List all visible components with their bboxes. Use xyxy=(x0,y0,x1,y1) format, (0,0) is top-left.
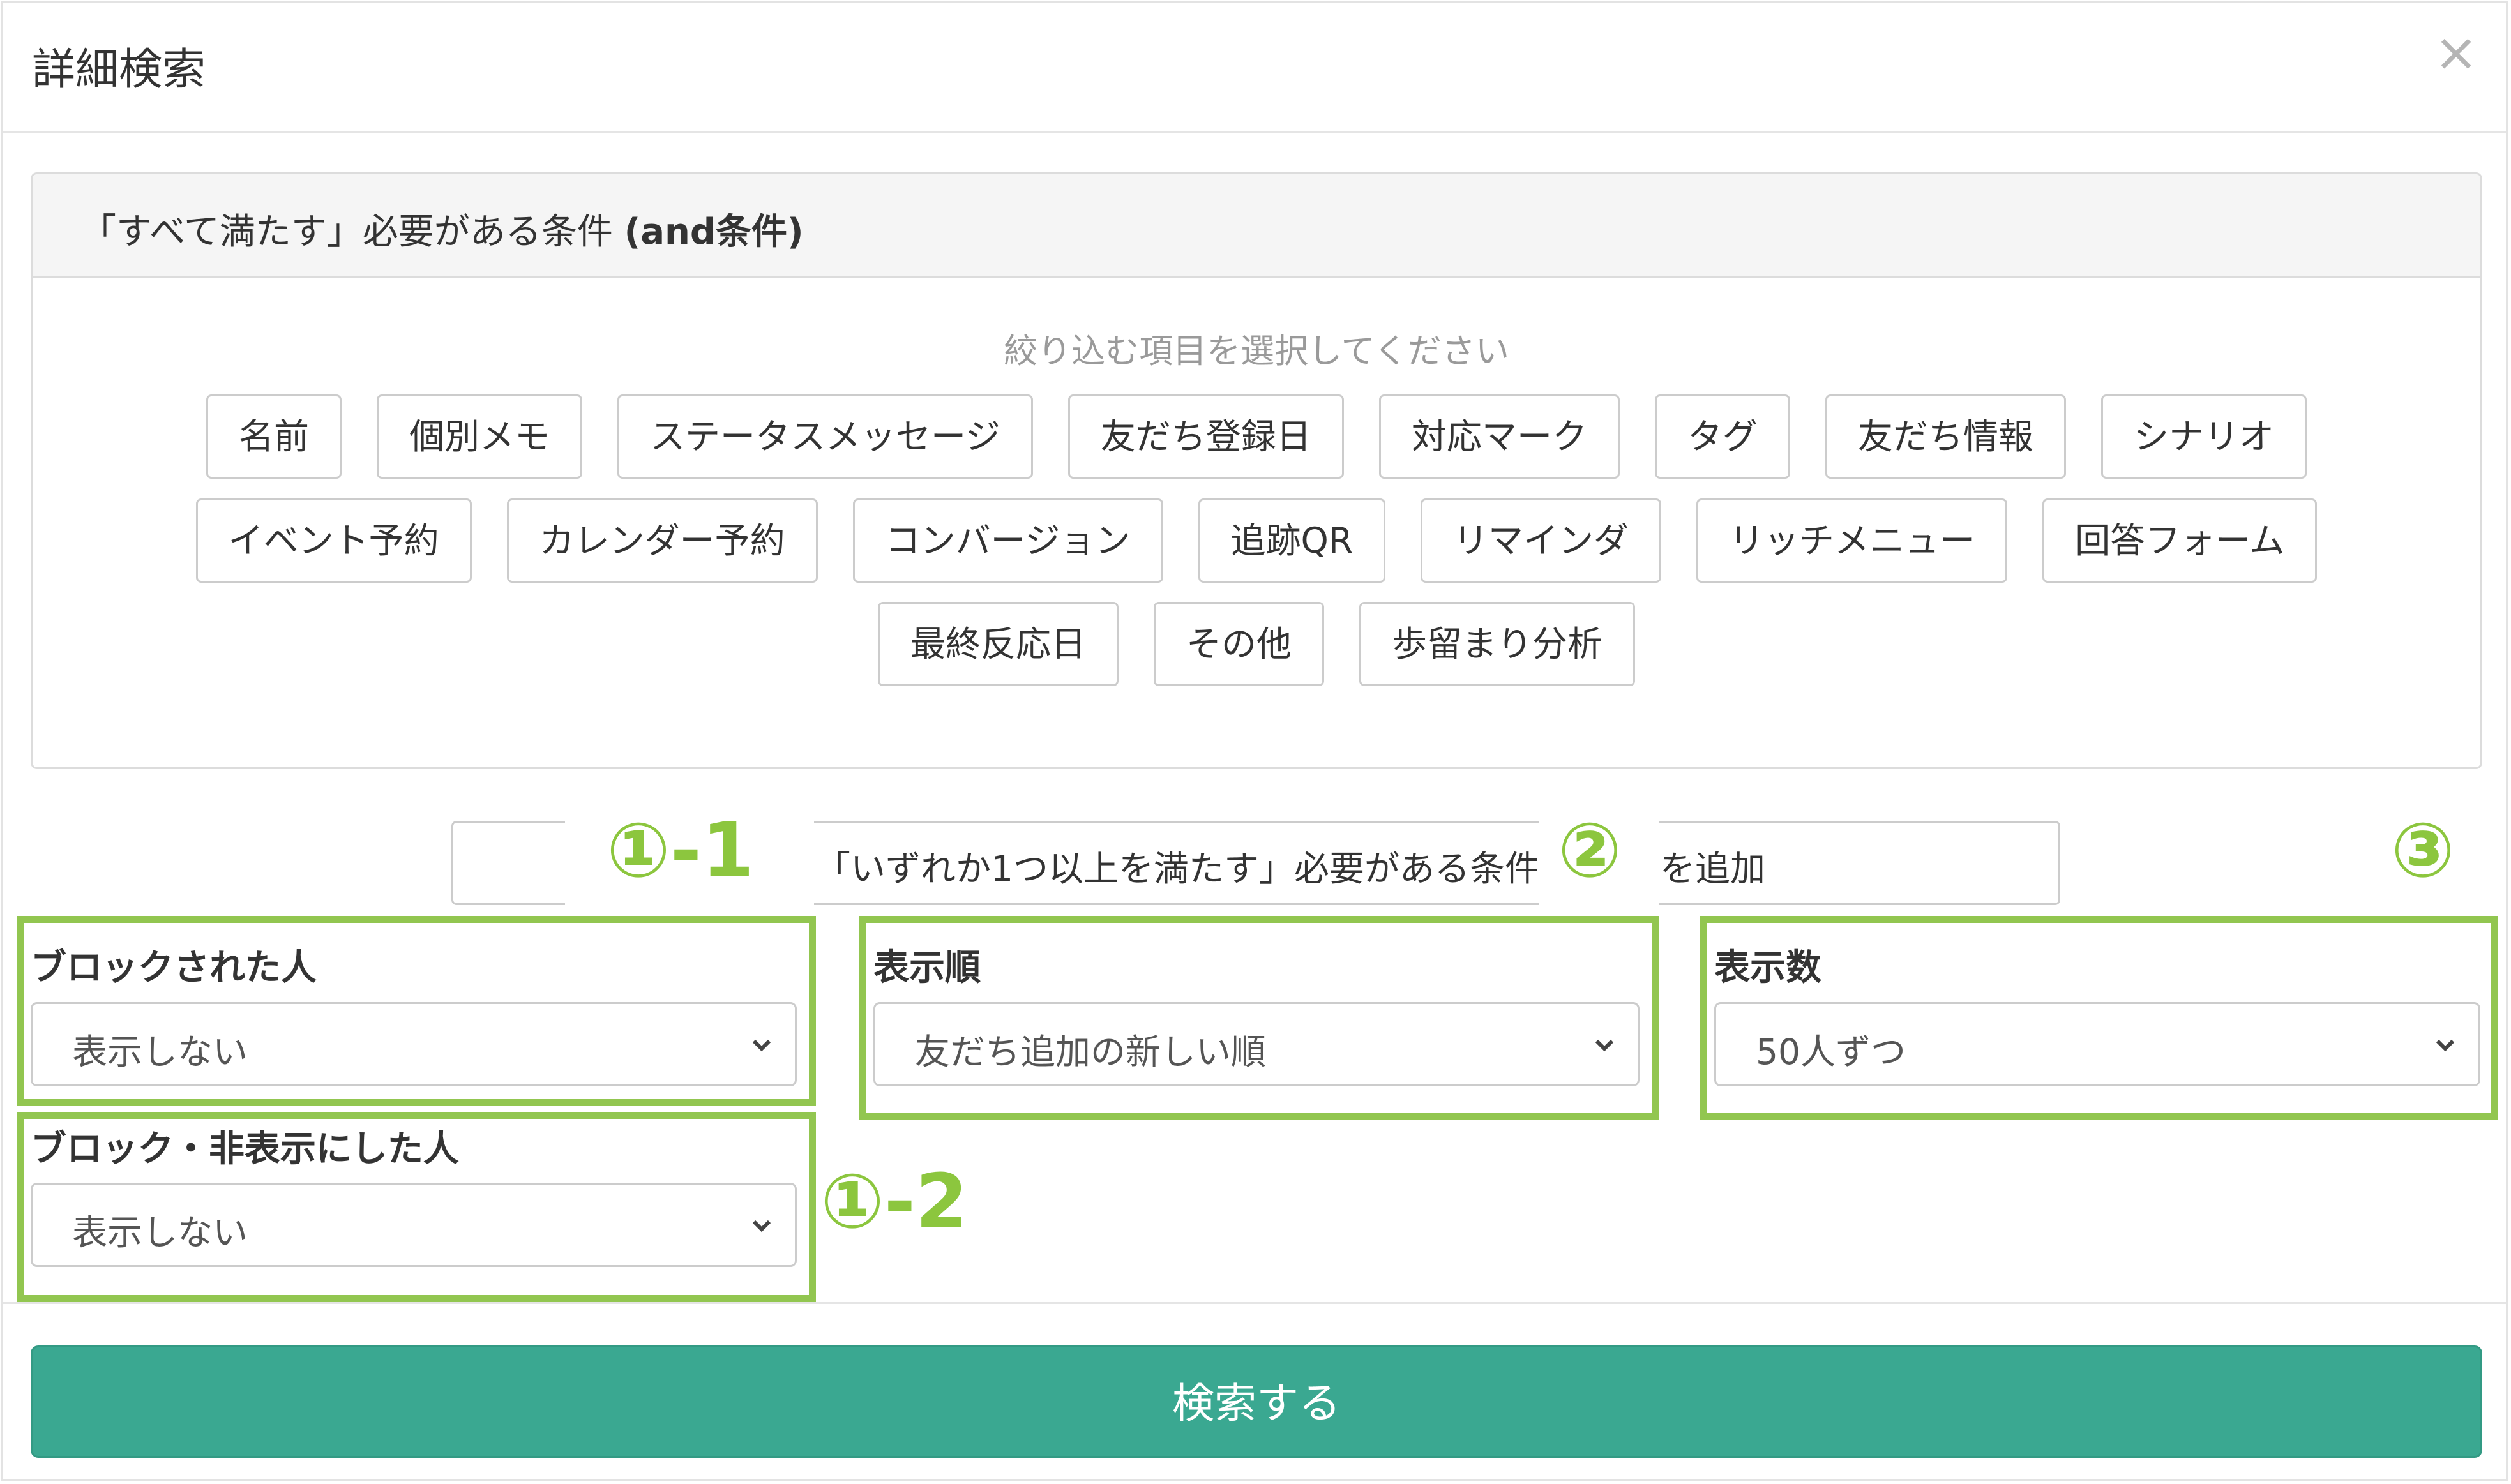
filter-chip[interactable]: 名前 xyxy=(206,394,342,479)
filter-chip[interactable]: コンバージョン xyxy=(852,498,1163,583)
annotation-1-1: ①-1 xyxy=(607,806,754,894)
advanced-search-modal: 詳細検索 × 「すべて満たす」必要がある条件 (and条件) 絞り込む項目を選択… xyxy=(1,1,2508,1481)
filter-chip[interactable]: リマインダ xyxy=(1421,498,1662,583)
add-or-condition-suffix: を追加 xyxy=(1660,848,1766,889)
annotation-1-2: ①-2 xyxy=(820,1157,968,1245)
add-or-condition-label: 「いずれか1つ以上を満たす」必要がある条件(o xyxy=(815,848,1537,889)
filter-chip[interactable]: 回答フォーム xyxy=(2042,498,2318,583)
filter-chip[interactable]: 追跡QR xyxy=(1198,498,1386,583)
modal-header: 詳細検索 × xyxy=(3,3,2506,133)
highlight-box-3 xyxy=(1700,916,2498,1120)
close-icon[interactable]: × xyxy=(2431,27,2482,79)
filter-chip[interactable]: シナリオ xyxy=(2100,394,2307,479)
filter-hint: 絞り込む項目を選択してください xyxy=(1004,332,1509,371)
filter-chip-row-3: 最終反応日 その他 歩留まり分析 xyxy=(33,602,2480,686)
filter-chip[interactable]: 友だち情報 xyxy=(1825,394,2066,479)
highlight-box-1-1 xyxy=(17,916,816,1106)
filter-chip[interactable]: 最終反応日 xyxy=(877,602,1119,686)
filter-chip[interactable]: カレンダー予約 xyxy=(506,498,818,583)
filter-chip[interactable]: その他 xyxy=(1153,602,1324,686)
filter-chip-row-1: 名前 個別メモ ステータスメッセージ 友だち登録日 対応マーク タグ 友だち情報 シナリオ xyxy=(33,394,2480,479)
and-conditions-panel: 「すべて満たす」必要がある条件 (and条件) 絞り込む項目を選択してください … xyxy=(31,172,2482,769)
footer-divider xyxy=(3,1302,2506,1304)
modal-title: 詳細検索 xyxy=(32,45,206,95)
search-button[interactable]: 検索する xyxy=(31,1345,2482,1458)
filter-chip[interactable]: リッチメニュー xyxy=(1696,498,2008,583)
filter-chip[interactable]: 対応マーク xyxy=(1378,394,1620,479)
filter-chip-row-2: イベント予約 カレンダー予約 コンバージョン 追跡QR リマインダ リッチメニュー 回答フォ… xyxy=(33,498,2480,583)
highlight-box-1-2 xyxy=(17,1112,816,1302)
filter-chip[interactable]: 歩留まり分析 xyxy=(1359,602,1636,686)
annotation-2: ② xyxy=(1558,806,1622,894)
filter-chip[interactable]: 個別メモ xyxy=(377,394,583,479)
filter-chip[interactable]: 友だち登録日 xyxy=(1067,394,1344,479)
filter-chip[interactable]: イベント予約 xyxy=(195,498,472,583)
and-panel-heading: 「すべて満たす」必要がある条件 (and条件) xyxy=(33,174,2480,278)
and-panel-heading-text: 「すべて満たす」必要がある条件 (and条件) xyxy=(80,211,804,253)
highlight-box-2 xyxy=(859,916,1659,1120)
annotation-3: ③ xyxy=(2391,806,2455,894)
filter-chip[interactable]: タグ xyxy=(1654,394,1790,479)
filter-chip[interactable]: ステータスメッセージ xyxy=(617,394,1033,479)
